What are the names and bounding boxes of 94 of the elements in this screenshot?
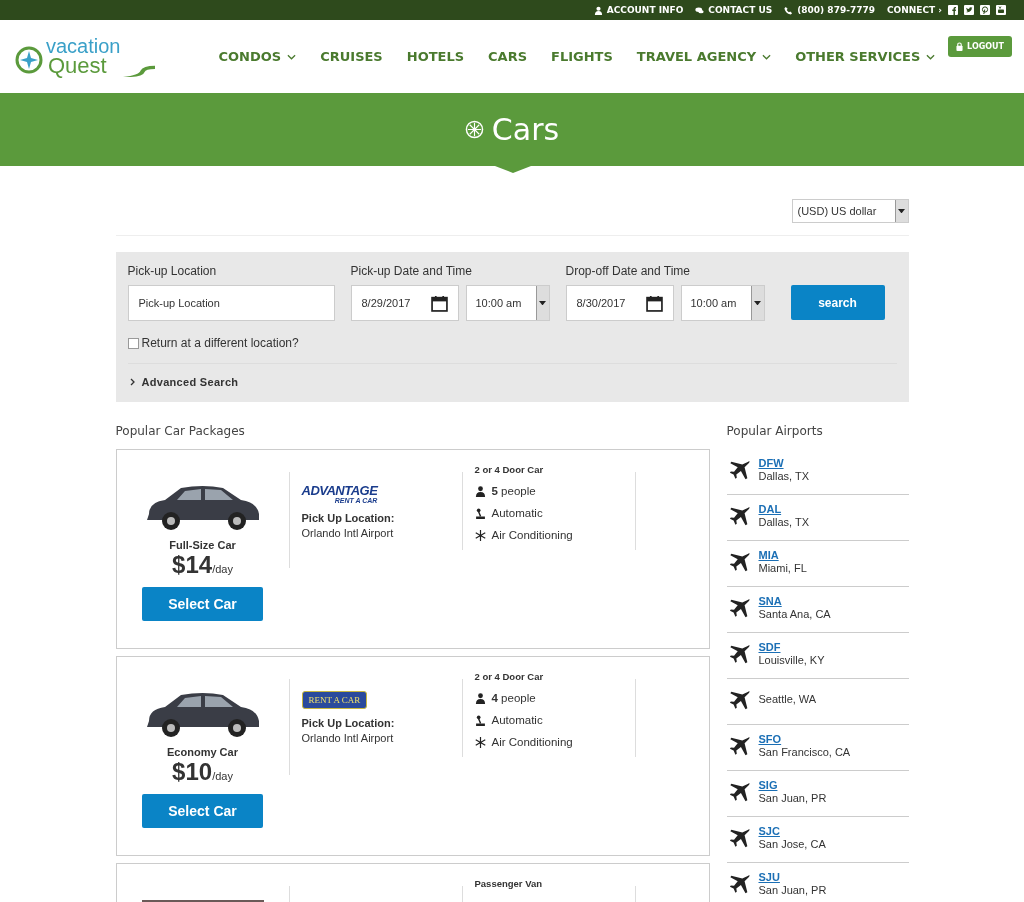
car-class: Full-Size Car: [169, 539, 236, 551]
price: $14: [172, 551, 213, 579]
feature: Air Conditioning: [491, 529, 573, 541]
airport-code-link[interactable]: SJU: [758, 870, 827, 884]
select-car-button[interactable]: Select Car: [142, 587, 263, 621]
field-label: Pick-up Location: [127, 264, 218, 278]
facebook-icon[interactable]: [948, 5, 958, 15]
person-icon: [593, 5, 603, 15]
field-label: Pick-up Date and Time: [350, 264, 473, 278]
airport-city: San Francisco, CA: [758, 745, 851, 759]
nav-link[interactable]: CRUISES: [308, 49, 395, 64]
car-class: Economy Car: [167, 746, 238, 758]
select-car-button[interactable]: Select Car: [142, 794, 263, 828]
person-icon: [474, 485, 486, 497]
phone-icon: [784, 5, 794, 15]
person-icon: [474, 692, 486, 704]
checkbox[interactable]: [127, 337, 139, 349]
chevron-down-icon: [926, 53, 936, 60]
airport-code-link[interactable]: SDF: [758, 640, 825, 654]
car-type: 2 or 4 Door Car: [474, 671, 545, 682]
top-bar-link[interactable]: CONNECT ›: [886, 5, 942, 15]
nav-link[interactable]: TRAVEL AGENCY: [624, 49, 784, 64]
calendar-icon: [645, 294, 663, 312]
time-select[interactable]: 10:00 am: [465, 285, 550, 321]
transmission: Automatic: [491, 714, 543, 726]
logo[interactable]: vacation Quest: [14, 36, 155, 77]
airport-code-link[interactable]: SFO: [758, 732, 851, 746]
airport-city: Dallas, TX: [758, 469, 810, 483]
section-heading: Popular Airports: [726, 424, 824, 438]
snowflake-icon: [474, 529, 486, 541]
dropdown-arrow-icon: [754, 300, 761, 306]
nav-link[interactable]: CONDOS: [218, 49, 309, 64]
airport-city: Louisville, KY: [758, 653, 825, 667]
snowflake-icon: [474, 736, 486, 748]
page-title: Cars: [491, 112, 560, 147]
section-heading: Popular Car Packages: [115, 424, 246, 438]
gear-shift-icon: [474, 507, 486, 519]
time-select[interactable]: 10:00 am: [680, 285, 765, 321]
currency-select[interactable]: (USD) US dollar: [791, 199, 909, 223]
pinterest-icon[interactable]: [980, 5, 990, 15]
top-bar-link[interactable]: (800) 879-7779: [784, 5, 875, 15]
pickup-location: Orlando Intl Airport: [301, 732, 395, 744]
pickup-label: Pick Up Location:: [301, 512, 396, 524]
passenger-count: 4 people: [491, 692, 536, 704]
nav-link[interactable]: FLIGHTS: [539, 49, 625, 64]
top-bar-link[interactable]: CONTACT US: [695, 5, 773, 15]
transmission: Automatic: [491, 507, 543, 519]
passenger-count: 5 people: [491, 485, 536, 497]
airport-city: San Juan, PR: [758, 791, 827, 805]
pickup-location: Orlando Intl Airport: [301, 527, 395, 539]
feature: Air Conditioning: [491, 736, 573, 748]
airport-city: Miami, FL: [758, 561, 807, 575]
top-bar-link[interactable]: ACCOUNT INFO: [593, 5, 684, 15]
logout-button[interactable]: LOGOUT: [948, 36, 1012, 57]
price: $10: [172, 758, 213, 786]
lock-icon: [956, 42, 964, 51]
vendor-logo: RENT A CAR: [301, 691, 368, 709]
airport-code-link[interactable]: DAL: [758, 502, 810, 516]
checkbox-label: Return at a different location?: [141, 336, 299, 350]
airport-code-link[interactable]: MIA: [758, 548, 807, 562]
airport-city: San Juan, PR: [758, 883, 827, 897]
dropdown-arrow-icon: [539, 300, 546, 306]
chevron-down-icon: [762, 53, 772, 60]
airport-city: Dallas, TX: [758, 515, 810, 529]
pickup-label: Pick Up Location:: [301, 717, 396, 729]
chevron-down-icon: [287, 53, 297, 60]
airport-code-link[interactable]: SJC: [758, 824, 826, 838]
logo-text: Quest: [48, 55, 107, 77]
airport-city: Seattle, WA: [758, 693, 817, 706]
chevron-right-icon: [129, 378, 135, 386]
airport-code-link[interactable]: SIG: [758, 778, 827, 792]
dropdown-arrow-icon: [898, 208, 905, 214]
chat-icon: [695, 5, 705, 15]
nav-link[interactable]: CARS: [476, 49, 540, 64]
car-type: 2 or 4 Door Car: [474, 464, 545, 475]
nav-link[interactable]: HOTELS: [394, 49, 477, 64]
car-type: Passenger Van: [474, 878, 544, 889]
gear-shift-icon: [474, 714, 486, 726]
pickup-location-field[interactable]: Pick-up Location: [127, 285, 335, 321]
airport-city: San Jose, CA: [758, 837, 826, 851]
nav-link[interactable]: OTHER SERVICES: [783, 49, 948, 64]
advanced-search-toggle[interactable]: Advanced Search: [127, 363, 897, 402]
airport-code-link[interactable]: SNA: [758, 594, 831, 608]
date-field[interactable]: 8/30/2017: [565, 285, 674, 321]
calendar-icon: [430, 294, 448, 312]
date-field[interactable]: 8/29/2017: [350, 285, 459, 321]
twitter-icon[interactable]: [964, 5, 974, 15]
airport-city: Santa Ana, CA: [758, 607, 831, 621]
price-unit: /day: [212, 563, 233, 575]
search-button[interactable]: search: [790, 285, 885, 320]
logo-text: vacation: [46, 36, 121, 56]
airport-code-link[interactable]: DFW: [758, 456, 810, 470]
price-unit: /day: [212, 770, 233, 782]
field-label: Drop-off Date and Time: [565, 264, 691, 278]
